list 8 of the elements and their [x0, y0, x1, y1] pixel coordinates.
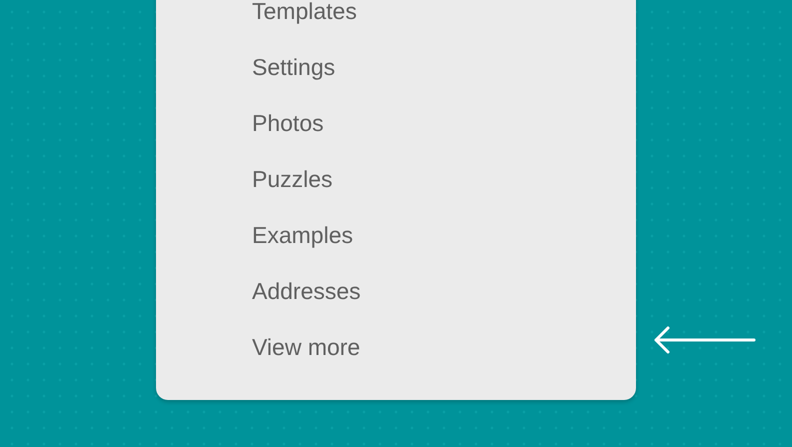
menu-item[interactable]: Addresses: [252, 263, 361, 319]
menu-item[interactable]: Examples: [252, 207, 353, 263]
menu-item[interactable]: Templates: [252, 0, 357, 39]
left-arrow-icon: [654, 324, 756, 356]
menu-item[interactable]: View more: [252, 319, 360, 375]
menu-item[interactable]: Puzzles: [252, 151, 333, 207]
menu-item[interactable]: Settings: [252, 39, 336, 95]
menu-item[interactable]: Photos: [252, 95, 324, 151]
